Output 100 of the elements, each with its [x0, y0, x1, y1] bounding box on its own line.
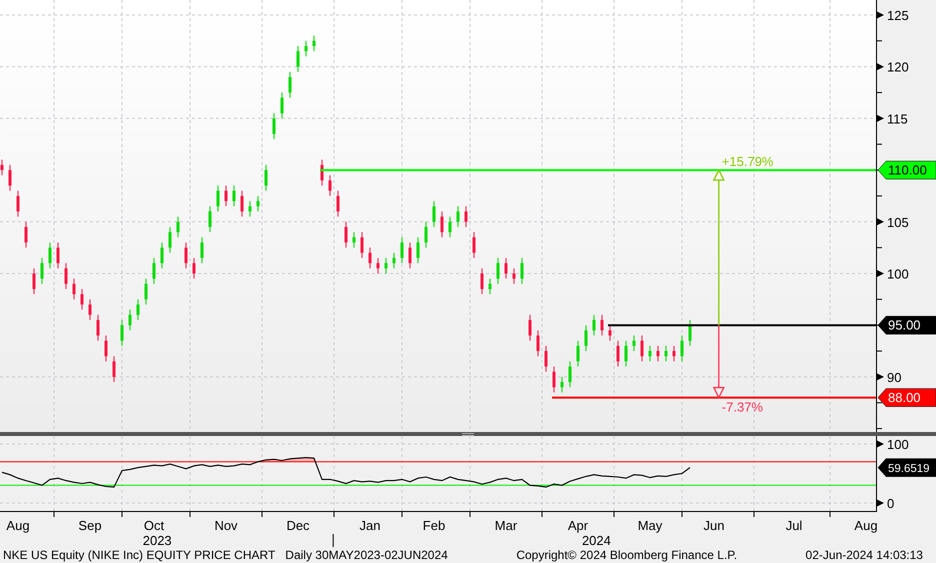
candlestick: [672, 345, 676, 362]
candlestick: [496, 257, 500, 284]
candlestick: [568, 360, 572, 388]
price-label: 59.6519: [888, 463, 930, 476]
candlestick: [352, 232, 356, 248]
year-label: 2024: [582, 533, 611, 547]
candlestick: [384, 257, 388, 274]
candlestick: [128, 309, 132, 331]
candlestick: [72, 278, 76, 300]
candlestick: [680, 335, 684, 362]
candlestick: [624, 340, 628, 368]
candlestick: [424, 221, 428, 248]
candlestick: [256, 195, 260, 212]
candlestick: [80, 288, 84, 310]
candlestick: [168, 226, 172, 254]
candlestick: [104, 335, 108, 362]
candlestick: [216, 185, 220, 212]
candlestick: [616, 340, 620, 368]
candlestick: [64, 262, 68, 290]
chart-title: NKE US Equity (NIKE Inc) EQUITY PRICE CHART: [3, 548, 276, 562]
candlestick: [432, 200, 436, 228]
candlestick: [656, 345, 660, 362]
candlestick: [584, 324, 588, 352]
candlestick: [664, 345, 668, 362]
timestamp: 02-Jun-2024 14:03:13: [806, 548, 923, 562]
candlestick: [504, 257, 508, 280]
axis-label: 100: [887, 437, 909, 452]
axis-label: 115: [887, 111, 908, 126]
candlestick: [112, 356, 116, 383]
candlestick: [296, 46, 300, 72]
month-label: Dec: [286, 518, 310, 533]
candlestick: [136, 298, 140, 321]
candlestick: [152, 257, 156, 284]
change-label: +15.79%: [722, 154, 774, 170]
candlestick: [336, 190, 340, 218]
candlestick: [120, 320, 124, 346]
candlestick: [32, 268, 36, 295]
candlestick: [472, 232, 476, 258]
candlestick: [56, 242, 60, 269]
candlestick: [8, 164, 12, 192]
candlestick: [600, 314, 604, 336]
candlestick: [576, 340, 580, 368]
candlestick: [544, 345, 548, 372]
price-label: 95.00: [888, 318, 921, 333]
candlestick: [448, 216, 452, 238]
candlestick: [640, 335, 644, 362]
candlestick: [320, 159, 324, 186]
candlestick: [88, 298, 92, 321]
month-label: Mar: [494, 518, 518, 533]
candlestick: [408, 242, 412, 269]
copyright-notice: Copyright© 2024 Bloomberg Finance L.P.: [516, 548, 738, 562]
candlestick: [304, 40, 308, 57]
candlestick: [400, 236, 404, 264]
candlestick: [272, 112, 276, 140]
candlestick: [344, 221, 348, 248]
candlestick: [144, 278, 148, 305]
candlestick: [512, 268, 516, 284]
month-label: Nov: [214, 518, 238, 533]
candlestick: [592, 314, 596, 336]
candlestick: [240, 190, 244, 218]
candlestick: [24, 221, 28, 248]
axis-label: 120: [887, 60, 909, 75]
month-label: Aug: [6, 518, 30, 533]
month-label: Sep: [78, 518, 102, 533]
candlestick: [312, 35, 316, 52]
candlestick: [96, 314, 100, 342]
candlestick: [368, 247, 372, 269]
candlestick: [416, 236, 420, 264]
candlestick: [192, 257, 196, 280]
candlestick: [360, 232, 364, 258]
axis-label: 0: [887, 496, 894, 511]
month-label: Oct: [144, 518, 164, 533]
candlestick: [184, 242, 188, 269]
price-label: 110.00: [888, 162, 927, 178]
candlestick: [632, 335, 636, 352]
axis-label: 105: [887, 214, 909, 230]
date-range: Daily 30MAY2023-02JUN2024: [285, 548, 448, 562]
candlestick: [176, 216, 180, 238]
candlestick: [464, 206, 468, 228]
candlestick: [248, 200, 252, 218]
month-label: Jul: [786, 518, 802, 533]
candlestick: [224, 185, 228, 207]
change-label: -7.37%: [722, 400, 763, 415]
axis-label: 90: [887, 370, 902, 385]
month-label: Aug: [854, 518, 878, 533]
month-label: Jun: [704, 518, 724, 533]
candlestick: [200, 236, 204, 264]
candlestick: [392, 252, 396, 269]
month-label: Feb: [422, 518, 446, 533]
candlestick: [688, 320, 692, 346]
candlestick: [552, 366, 556, 393]
candlestick: [648, 345, 652, 362]
month-label: May: [638, 518, 662, 533]
price-label: 88.00: [888, 390, 921, 406]
candlestick: [16, 190, 20, 218]
candlestick: [528, 314, 532, 342]
axis-label: 125: [887, 8, 909, 23]
candlestick: [440, 210, 444, 238]
candlestick: [456, 206, 460, 228]
candlestick: [280, 92, 284, 119]
